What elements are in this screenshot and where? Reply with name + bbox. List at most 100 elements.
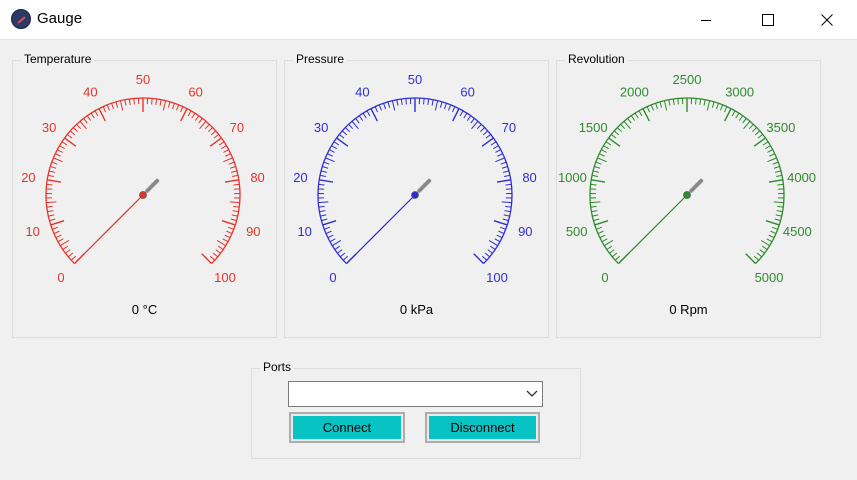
tick-label: 30 bbox=[314, 120, 328, 135]
minor-tick bbox=[329, 238, 336, 243]
minor-tick bbox=[204, 123, 210, 130]
minor-tick bbox=[500, 161, 507, 165]
minor-tick bbox=[321, 218, 328, 222]
minor-tick bbox=[348, 123, 354, 130]
minor-tick bbox=[592, 170, 599, 173]
tick-label: 4500 bbox=[783, 224, 812, 239]
minor-tick bbox=[167, 101, 171, 108]
tick-label: 40 bbox=[83, 85, 97, 100]
minor-tick bbox=[191, 112, 196, 119]
minor-tick bbox=[327, 153, 333, 157]
minor-tick bbox=[434, 100, 439, 111]
minor-tick bbox=[463, 112, 468, 119]
close-icon bbox=[821, 13, 833, 26]
minor-tick bbox=[668, 99, 671, 106]
minor-tick bbox=[757, 133, 764, 139]
tick-label: 2500 bbox=[673, 72, 702, 87]
maximize-icon bbox=[762, 13, 774, 26]
minor-tick bbox=[50, 166, 57, 169]
tick-label: 100 bbox=[214, 270, 236, 285]
minor-tick bbox=[754, 130, 761, 136]
minor-tick bbox=[711, 101, 715, 108]
minor-tick bbox=[344, 127, 350, 133]
minor-tick bbox=[55, 234, 62, 239]
minor-tick bbox=[431, 99, 434, 106]
minor-tick bbox=[761, 245, 768, 250]
close-button[interactable] bbox=[804, 0, 850, 39]
minor-tick bbox=[199, 120, 207, 130]
minor-tick bbox=[223, 149, 229, 153]
minor-tick bbox=[187, 110, 192, 117]
needle-hub bbox=[411, 191, 419, 199]
minor-tick bbox=[448, 104, 452, 111]
minor-tick bbox=[338, 133, 345, 139]
minor-tick bbox=[47, 210, 54, 213]
pressure-group: Pressure 0 10 20 30 40 50 60 70 80 90 100 0 kPa bbox=[284, 52, 549, 338]
minor-tick bbox=[590, 201, 601, 204]
minor-tick bbox=[226, 230, 233, 234]
minor-tick bbox=[90, 112, 95, 119]
minor-tick bbox=[55, 153, 61, 157]
minor-tick bbox=[111, 103, 114, 110]
minor-tick bbox=[774, 218, 781, 222]
major-tick bbox=[768, 179, 783, 183]
minor-tick bbox=[208, 127, 214, 133]
minor-tick bbox=[53, 230, 60, 234]
minor-tick bbox=[327, 234, 334, 239]
minor-tick bbox=[47, 174, 54, 178]
minor-tick bbox=[595, 161, 602, 165]
minor-tick bbox=[334, 245, 341, 250]
ports-dropdown[interactable] bbox=[288, 381, 543, 407]
minor-tick bbox=[634, 112, 639, 119]
minor-tick bbox=[224, 234, 231, 239]
minor-tick bbox=[695, 98, 697, 105]
minor-tick bbox=[318, 205, 325, 208]
tick-label: 5000 bbox=[755, 270, 784, 285]
minimize-icon bbox=[701, 19, 711, 21]
revolution-group: Revolution 0 500 1000 1500 2000 2500 3000 3500 4… bbox=[556, 52, 821, 338]
minor-tick bbox=[218, 141, 225, 146]
minor-tick bbox=[765, 145, 771, 150]
minor-tick bbox=[495, 157, 505, 163]
minor-tick bbox=[62, 245, 69, 250]
tick-label: 30 bbox=[42, 120, 56, 135]
tick-label: 90 bbox=[518, 224, 532, 239]
minor-tick bbox=[72, 127, 78, 133]
minor-tick bbox=[106, 104, 110, 111]
maximize-button[interactable] bbox=[745, 0, 791, 39]
minor-tick bbox=[623, 120, 631, 130]
minor-tick bbox=[498, 230, 505, 234]
minor-tick bbox=[396, 99, 399, 106]
minor-tick bbox=[777, 183, 784, 186]
connect-button[interactable]: Connect bbox=[289, 412, 405, 443]
minor-tick bbox=[362, 112, 367, 119]
minor-tick bbox=[772, 161, 779, 165]
major-tick bbox=[201, 253, 213, 265]
tick-label: 70 bbox=[230, 120, 244, 135]
minor-tick bbox=[591, 210, 598, 213]
gauge-arc bbox=[589, 97, 785, 265]
minor-tick bbox=[501, 201, 512, 204]
minor-tick bbox=[723, 106, 728, 113]
disconnect-button[interactable]: Disconnect bbox=[425, 412, 540, 443]
minor-tick bbox=[488, 240, 498, 247]
minimize-button[interactable] bbox=[683, 0, 729, 39]
minor-tick bbox=[69, 130, 76, 136]
minor-tick bbox=[325, 230, 332, 234]
minor-tick bbox=[767, 157, 777, 163]
minor-tick bbox=[231, 214, 238, 217]
minor-tick bbox=[444, 103, 447, 110]
minor-tick bbox=[115, 101, 119, 108]
minor-tick bbox=[480, 127, 486, 133]
minor-tick bbox=[738, 115, 744, 121]
minor-tick bbox=[228, 161, 235, 165]
revolution-readout: 0 Rpm bbox=[669, 302, 708, 317]
minor-tick bbox=[427, 98, 430, 105]
minor-tick bbox=[79, 120, 87, 130]
minor-tick bbox=[627, 118, 632, 124]
minor-tick bbox=[179, 106, 184, 113]
minor-tick bbox=[46, 183, 53, 186]
major-tick bbox=[591, 179, 606, 183]
minor-tick bbox=[405, 98, 407, 105]
minor-tick bbox=[481, 255, 488, 261]
